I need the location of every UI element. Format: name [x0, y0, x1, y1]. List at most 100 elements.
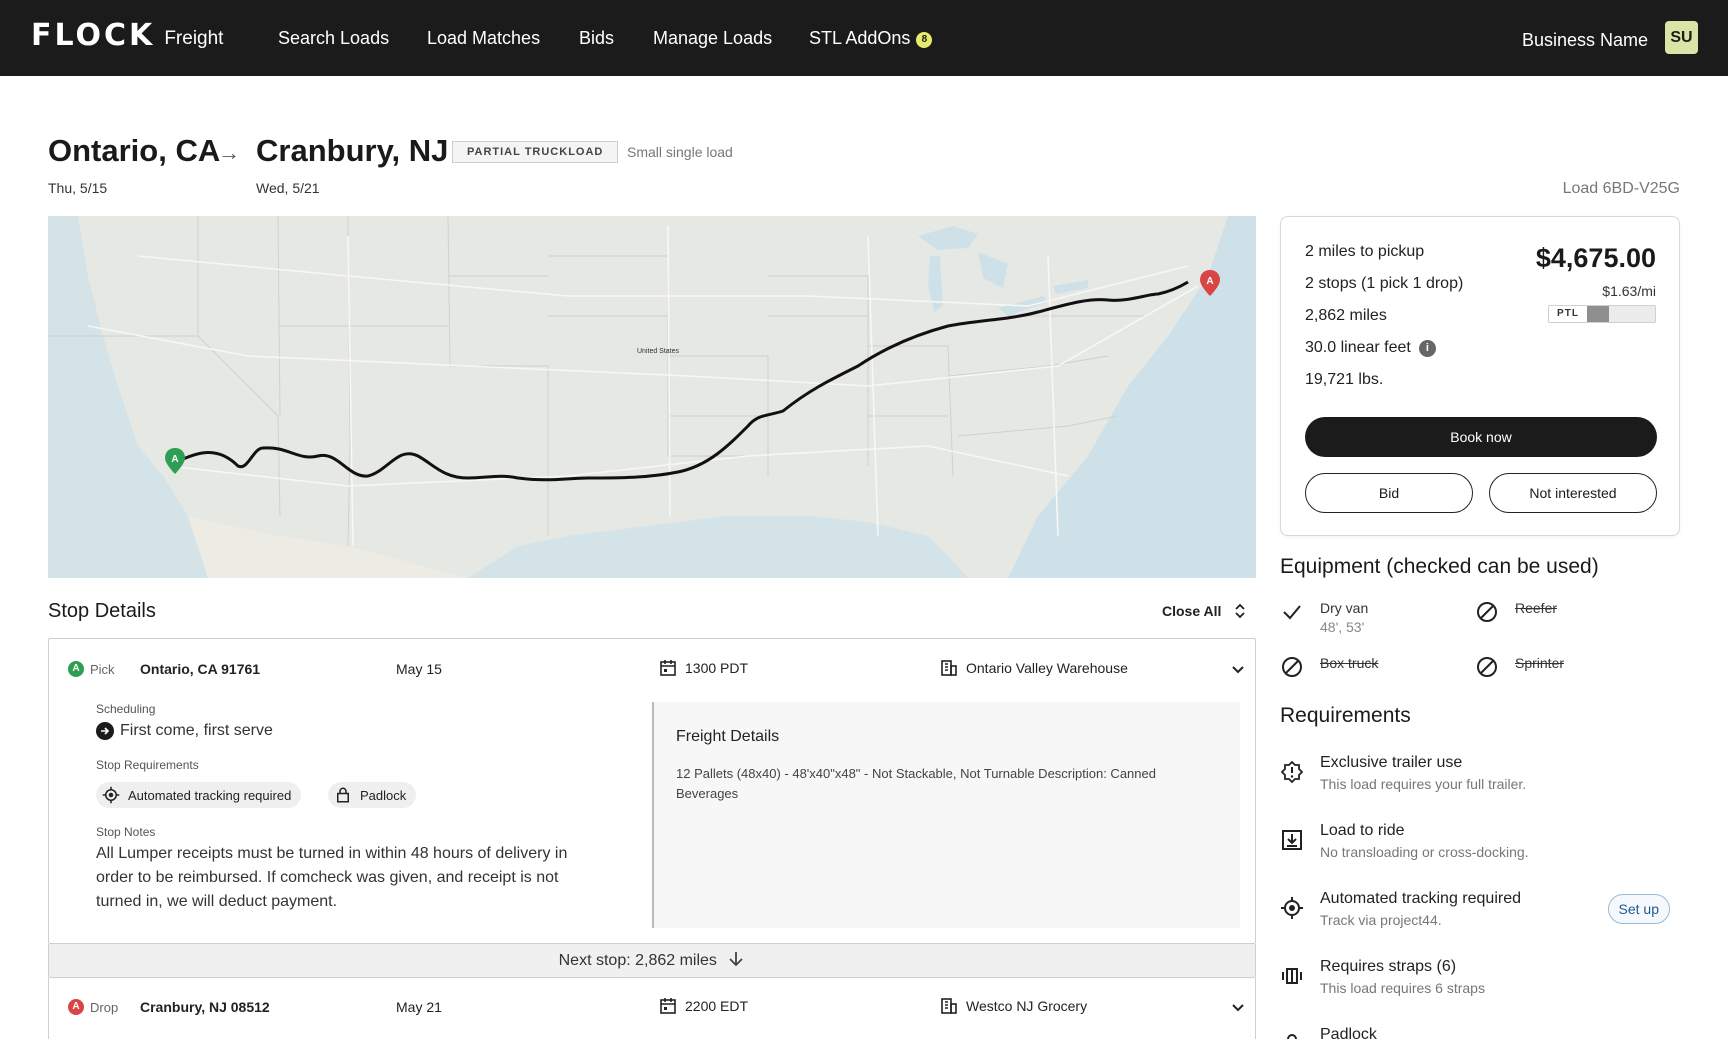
load-type-note: Small single load [627, 144, 733, 160]
map-country-label: United States [637, 348, 680, 355]
stop-requirement-padlock: Padlock [328, 782, 417, 808]
next-stop-distance: Next stop: 2,862 miles [48, 944, 1256, 977]
nav-stl-addons-label: STL AddOns [809, 28, 911, 48]
building-icon [941, 998, 957, 1014]
prohibited-icon [1477, 657, 1497, 677]
requirements-title: Requirements [1280, 704, 1411, 727]
stop-requirement-tracking: Automated tracking required [96, 782, 302, 808]
setup-tracking-button[interactable]: Set up [1607, 894, 1670, 924]
origin-city: Ontario, CA [48, 133, 221, 168]
requirement-desc: This load requires 6 straps [1320, 980, 1485, 996]
destination-city: Cranbury, NJ [256, 133, 449, 168]
pick-marker: A [68, 661, 84, 677]
pick-time-value: 1300 PDT [685, 660, 749, 676]
nav-manage-loads[interactable]: Manage Loads [653, 28, 772, 49]
drop-stop-kind: A Drop [68, 999, 118, 1015]
drop-kind-label: Drop [90, 999, 119, 1015]
alert-badge-icon [1280, 760, 1304, 784]
book-now-button[interactable]: Book now [1305, 417, 1657, 457]
route-map-canvas: United States A A [48, 216, 1256, 578]
tracking-target-icon [102, 786, 120, 804]
drop-date: May 21 [396, 999, 442, 1015]
logo-mark: FLOCK [31, 18, 156, 53]
chevron-down-icon[interactable] [1230, 662, 1246, 678]
collapse-chevrons-icon[interactable] [1233, 601, 1247, 621]
scheduling-value: First come, first serve [96, 722, 273, 740]
top-nav: FLOCK Freight Search Loads Load Matches … [0, 0, 1728, 76]
avatar[interactable]: SU [1665, 21, 1698, 54]
scheduling-label: Scheduling [96, 702, 156, 716]
stop-requirement-text: Automated tracking required [128, 787, 292, 803]
equipment-sprinter: Sprinter [1475, 655, 1564, 679]
stat-linear-feet-value: 30.0 linear feet [1305, 339, 1411, 356]
stat-stops: 2 stops (1 pick 1 drop) [1305, 275, 1464, 292]
route-map[interactable]: United States A A [48, 216, 1256, 578]
drop-facility-name: Westco NJ Grocery [966, 998, 1088, 1014]
freight-details-title: Freight Details [676, 728, 780, 745]
drop-location: Cranbury, NJ 08512 [140, 999, 270, 1015]
price: $4,675.00 [1535, 243, 1656, 273]
origin-date: Thu, 5/15 [48, 180, 108, 196]
padlock-icon [1287, 1034, 1297, 1039]
check-icon [1283, 605, 1301, 620]
requirement-straps: Requires straps (6) This load requires 6 … [1280, 958, 1680, 996]
requirement-load-to-ride: Load to ride No transloading or cross-doc… [1280, 822, 1680, 860]
drop-time-value: 2200 EDT [685, 998, 749, 1014]
equipment-dry-van: Dry van 48', 53' [1280, 600, 1368, 635]
pick-stop-kind: A Pick [68, 661, 115, 677]
equipment-name: Dry van [1320, 600, 1369, 616]
pick-time: 1300 PDT [659, 659, 748, 677]
requirement-name: Exclusive trailer use [1320, 754, 1463, 771]
equipment-sizes: 48', 53' [1320, 619, 1365, 635]
ptl-fill [1587, 306, 1609, 322]
equipment-box-truck: Box truck [1280, 655, 1378, 679]
pick-date: May 15 [396, 661, 442, 677]
chevron-down-icon[interactable] [1230, 1000, 1246, 1016]
stop-requirements-label: Stop Requirements [96, 758, 199, 772]
stop-notes-label: Stop Notes [96, 825, 156, 839]
load-id: Load 6BD-V25G [1562, 180, 1680, 197]
destination-date: Wed, 5/21 [256, 180, 320, 196]
freight-details-text: 12 Pallets (48x40) - 48'x40"x48" - Not S… [676, 766, 1156, 801]
ptl-capacity-bar: PTL [1548, 305, 1656, 323]
scheduling-text: First come, first serve [120, 722, 273, 739]
calendar-icon [660, 998, 676, 1014]
requirement-name: Load to ride [1320, 822, 1405, 839]
stop-requirement-text: Padlock [360, 787, 407, 803]
booking-card: 2 miles to pickup 2 stops (1 pick 1 drop… [1280, 216, 1680, 536]
equipment-name: Sprinter [1515, 655, 1565, 671]
stat-weight: 19,721 lbs. [1305, 371, 1384, 388]
stat-miles-to-pickup: 2 miles to pickup [1305, 243, 1425, 260]
bid-button[interactable]: Bid [1305, 473, 1473, 513]
arrow-down-icon [729, 952, 744, 967]
requirement-exclusive-trailer: Exclusive trailer use This load requires … [1280, 754, 1680, 792]
equipment-reefer: Reefer [1475, 600, 1557, 624]
ptl-label: PTL [1549, 306, 1587, 322]
stat-linear-feet: 30.0 linear feet i [1305, 339, 1436, 357]
requirement-padlock: Padlock [1280, 1026, 1680, 1039]
logo-sub: Freight [164, 28, 224, 49]
nav-bids[interactable]: Bids [579, 28, 614, 49]
requirement-name: Automated tracking required [1320, 890, 1521, 907]
requirement-desc: Track via project44. [1320, 912, 1442, 928]
equipment-title: Equipment (checked can be used) [1280, 555, 1599, 578]
load-type-tag: PARTIAL TRUCKLOAD [452, 141, 619, 163]
arrow-right-icon: → [218, 140, 240, 165]
requirement-name: Requires straps (6) [1320, 958, 1457, 975]
destination-marker-label: A [1206, 276, 1213, 287]
logo[interactable]: FLOCK Freight [31, 20, 223, 52]
not-interested-button[interactable]: Not interested [1489, 473, 1657, 513]
pick-facility: Ontario Valley Warehouse [940, 659, 1128, 677]
nav-stl-addons[interactable]: STL AddOns 8 [809, 28, 933, 49]
business-name[interactable]: Business Name [1522, 30, 1648, 51]
origin-marker-label: A [171, 454, 178, 465]
info-icon[interactable]: i [1418, 340, 1436, 357]
nav-load-matches[interactable]: Load Matches [427, 28, 540, 49]
close-all-button[interactable]: Close All [1162, 603, 1221, 619]
price-per-mile: $1.63/mi [1602, 283, 1656, 299]
load-box-icon [1282, 830, 1302, 850]
straps-icon [1282, 968, 1302, 984]
pick-kind-label: Pick [90, 661, 115, 677]
requirement-name: Padlock [1320, 1026, 1377, 1039]
nav-search-loads[interactable]: Search Loads [278, 28, 389, 49]
